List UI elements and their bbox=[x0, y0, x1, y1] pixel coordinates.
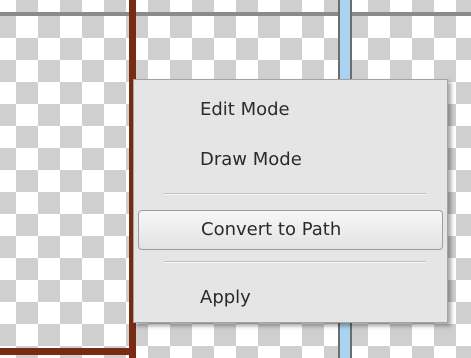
menu-separator bbox=[164, 193, 426, 195]
shape-frame-edge-horizontal[interactable] bbox=[0, 348, 136, 355]
menu-item-draw-mode[interactable]: Draw Mode bbox=[138, 140, 443, 180]
menu-item-apply[interactable]: Apply bbox=[138, 278, 443, 318]
menu-separator bbox=[164, 261, 426, 263]
top-guide-line bbox=[0, 12, 471, 16]
menu-item-convert-to-path[interactable]: Convert to Path bbox=[138, 210, 443, 250]
context-menu: Edit Mode Draw Mode Convert to Path Appl… bbox=[133, 79, 448, 323]
menu-item-edit-mode[interactable]: Edit Mode bbox=[138, 90, 443, 130]
